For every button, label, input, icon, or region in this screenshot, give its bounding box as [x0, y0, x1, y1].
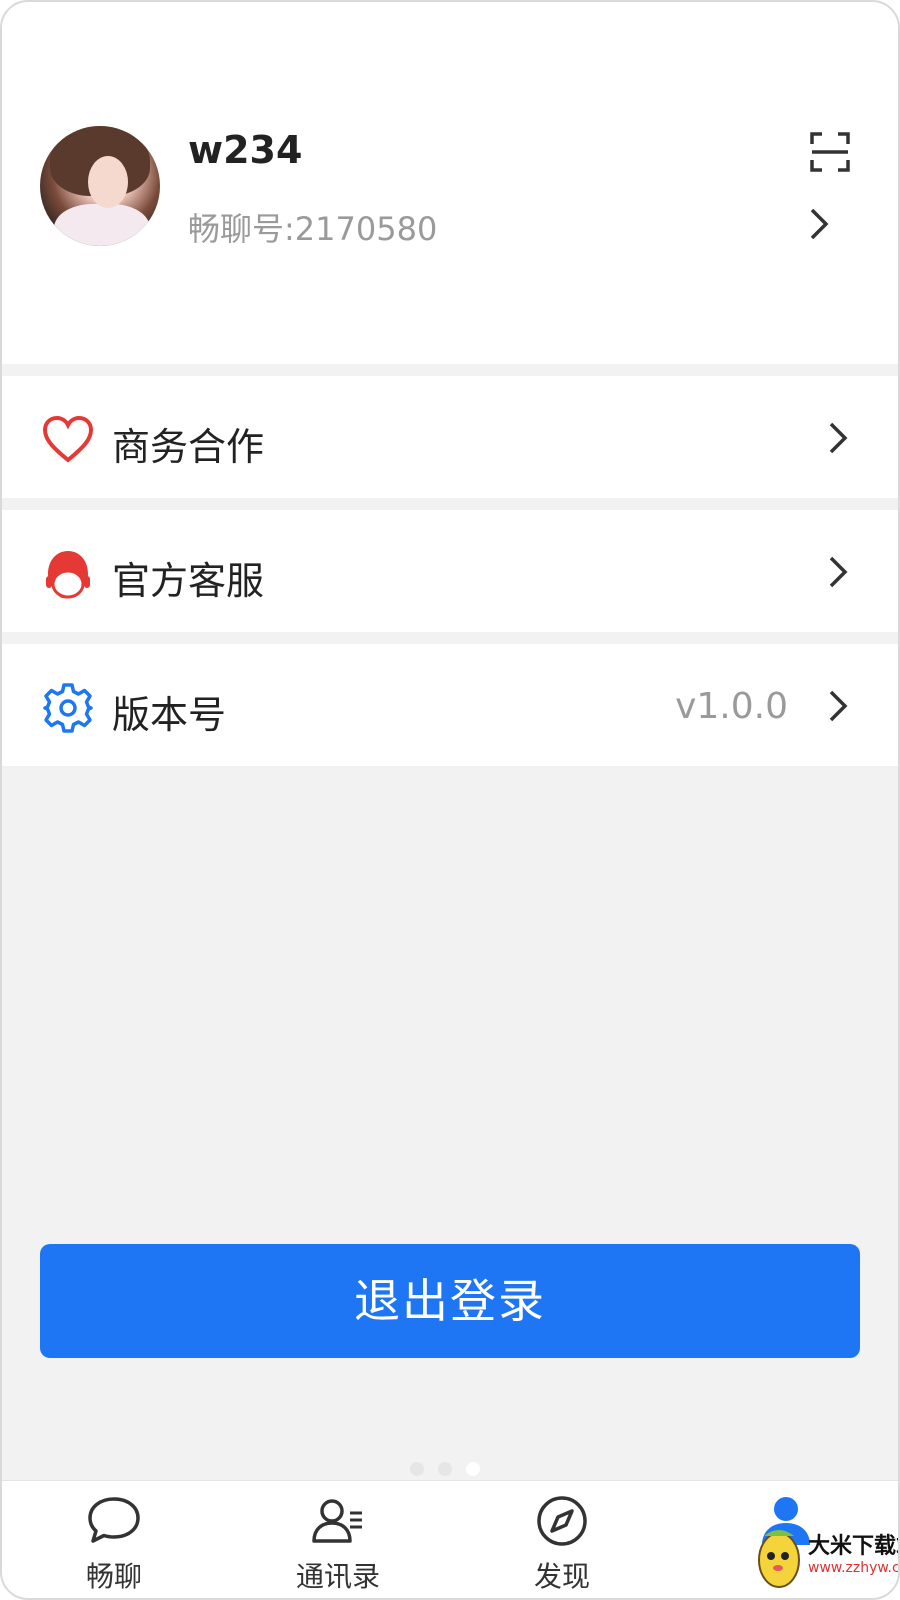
tab-discover[interactable]: 发现 [482, 1481, 642, 1598]
tab-label: 通讯录 [295, 1560, 380, 1593]
page-dot [410, 1462, 424, 1476]
page-dot [438, 1462, 452, 1476]
tab-label: 发现 [533, 1560, 590, 1593]
compass-icon [537, 1496, 587, 1546]
username: w234 [188, 128, 303, 172]
watermark: 大米下载站 www.zzhyw.com [752, 1514, 900, 1598]
tab-contacts[interactable]: 通讯录 [258, 1481, 418, 1598]
version-value: v1.0.0 [675, 686, 788, 727]
menu-item-customer-service[interactable]: 官方客服 [2, 510, 898, 632]
profile-card[interactable]: w234 畅聊号:2170580 [2, 2, 898, 364]
scan-icon[interactable] [810, 132, 850, 172]
avatar-body [54, 204, 150, 246]
avatar[interactable] [40, 126, 160, 246]
chevron-right-icon [829, 690, 848, 722]
page-dot-active [466, 1462, 480, 1476]
chevron-right-icon[interactable] [808, 206, 832, 242]
page-indicator [410, 1462, 490, 1478]
chat-bubble-icon [88, 1497, 140, 1543]
contacts-icon [312, 1499, 362, 1543]
menu-item-version[interactable]: 版本号 v1.0.0 [2, 644, 898, 766]
tab-chat[interactable]: 畅聊 [34, 1481, 194, 1598]
menu-item-business[interactable]: 商务合作 [2, 376, 898, 498]
watermark-logo-icon [758, 1530, 800, 1588]
logout-button[interactable]: 退出登录 [40, 1244, 860, 1358]
menu-label: 官方客服 [112, 559, 265, 603]
customer-service-icon [46, 551, 90, 599]
heart-icon [42, 415, 94, 463]
watermark-title: 大米下载站 [808, 1534, 898, 1559]
gear-icon [43, 683, 93, 733]
tab-label: 畅聊 [85, 1560, 142, 1593]
avatar-face [88, 156, 128, 208]
watermark-url: www.zzhyw.com [808, 1560, 900, 1576]
app-screen: w234 畅聊号:2170580 商务合作 官方客服 版本号 v1.0.0 退出… [0, 0, 900, 1600]
menu-label: 商务合作 [112, 425, 265, 469]
menu-label: 版本号 [112, 693, 227, 737]
chevron-right-icon [829, 556, 848, 588]
chevron-right-icon [829, 422, 848, 454]
account-id: 畅聊号:2170580 [188, 210, 438, 248]
